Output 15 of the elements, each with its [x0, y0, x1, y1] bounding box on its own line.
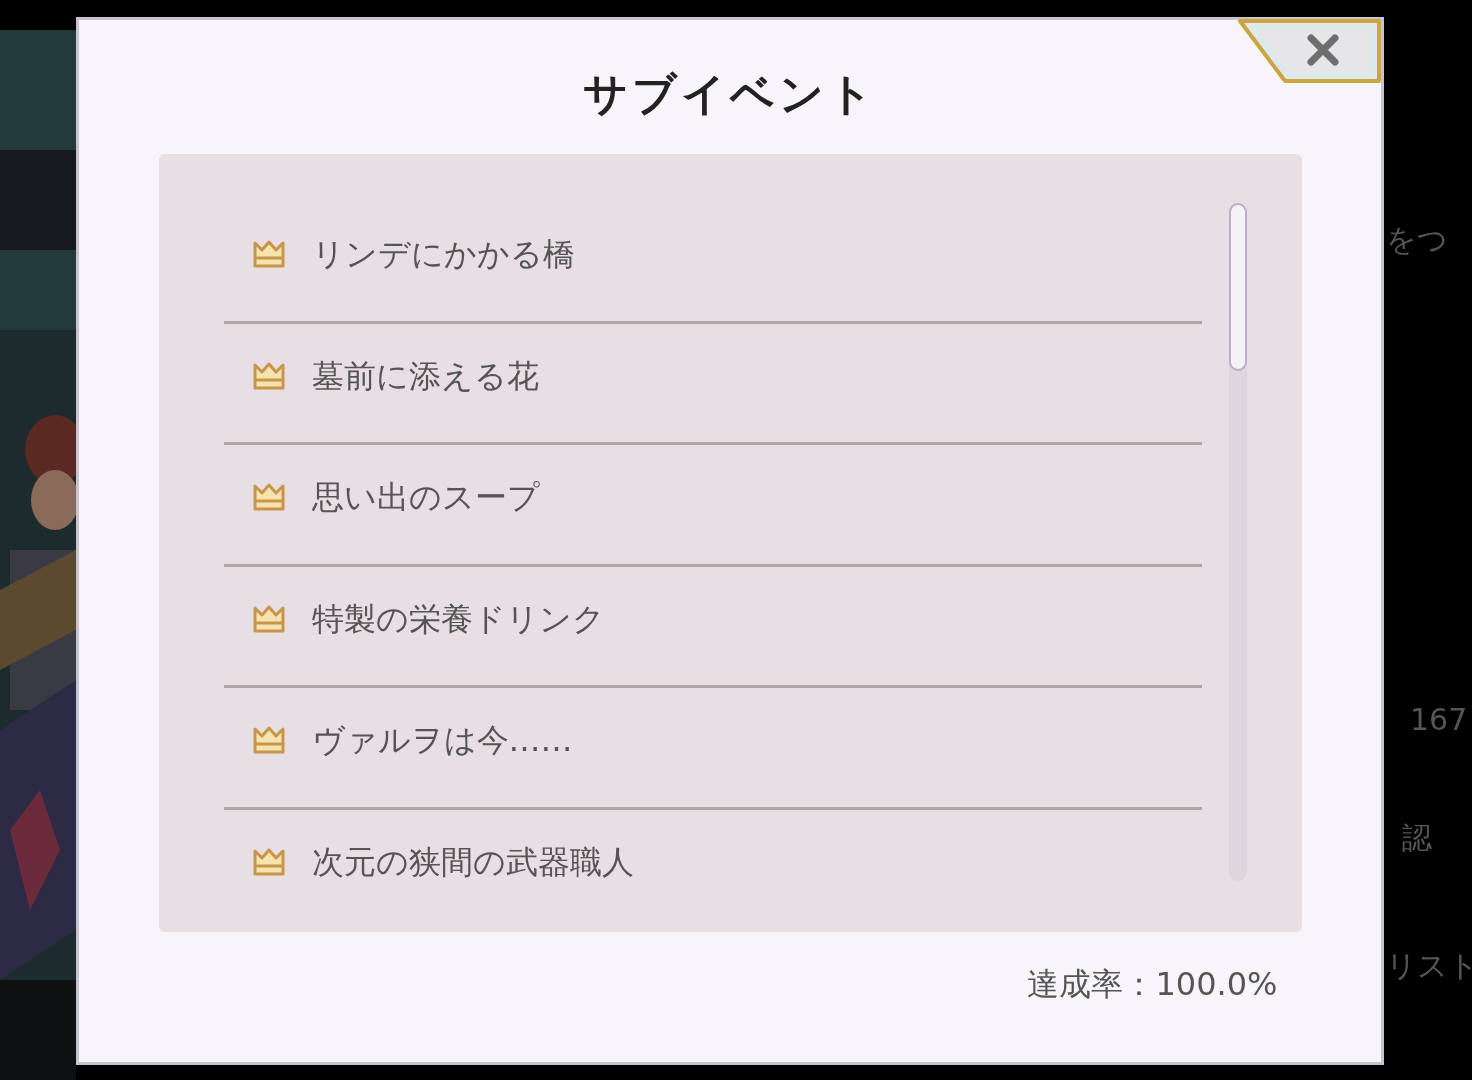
completion-rate: 達成率：100.0% — [1027, 964, 1278, 1005]
scrollbar-thumb[interactable] — [1228, 203, 1247, 371]
background-text: をつ — [1386, 225, 1449, 255]
close-button[interactable] — [1237, 18, 1383, 84]
background-text: リスト — [1386, 951, 1472, 981]
background-text: 167 — [1410, 705, 1469, 735]
dialog-title: サブイベント — [583, 72, 877, 116]
event-title[interactable]: ヴァルヲは今…… — [311, 716, 573, 764]
event-title[interactable]: リンデにかかる橋 — [311, 230, 575, 278]
event-title[interactable]: 墓前に添える花 — [311, 351, 539, 400]
event-title[interactable]: 思い出のスープ — [311, 473, 540, 521]
event-title[interactable]: 次元の狭間の武器職人 — [311, 837, 634, 886]
close-icon — [1307, 34, 1339, 66]
event-title[interactable]: 特製の栄養ドリンク — [311, 594, 605, 643]
background-text: 認 — [1402, 823, 1433, 853]
